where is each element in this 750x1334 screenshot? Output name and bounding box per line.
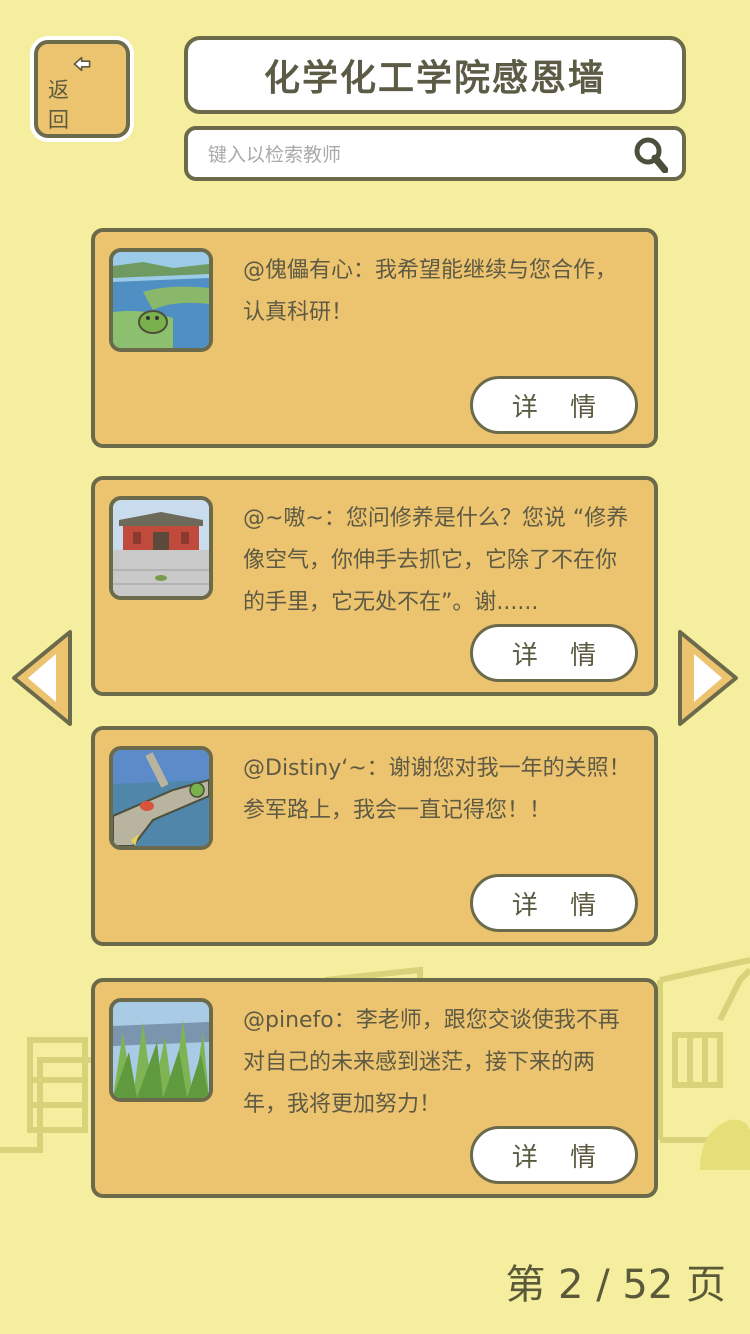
arrow-left-icon — [73, 56, 91, 72]
magnifier-icon[interactable] — [634, 137, 668, 173]
detail-button[interactable]: 详 情 — [470, 376, 638, 434]
prev-page-arrow-icon[interactable] — [10, 628, 74, 728]
detail-button[interactable]: 详 情 — [470, 624, 638, 682]
message-card: @傀儡有心：我希望能继续与您合作，认真科研！ 详 情 — [91, 228, 658, 448]
card-thumbnail-grass — [109, 998, 213, 1102]
card-thumbnail-branch — [109, 746, 213, 850]
card-message: @pinefo：李老师，跟您交谈使我不再对自己的未来感到迷茫，接下来的两年，我将… — [243, 1008, 620, 1117]
card-message: @傀儡有心：我希望能继续与您合作，认真科研！ — [243, 258, 618, 325]
message-card: @Distiny‘~：谢谢您对我一年的关照！参军路上，我会一直记得您！！ 详 情 — [91, 726, 658, 946]
search-input[interactable] — [206, 138, 620, 172]
detail-button[interactable]: 详 情 — [470, 874, 638, 932]
card-message: @~嗷~：您问修养是什么？您说 “修养像空气，你伸手去抓它，它除了不在你的手里，… — [243, 506, 629, 615]
detail-button[interactable]: 详 情 — [470, 1126, 638, 1184]
card-message: @Distiny‘~：谢谢您对我一年的关照！参军路上，我会一直记得您！！ — [243, 756, 631, 823]
card-thumbnail-coast — [109, 248, 213, 352]
message-card: @~嗷~：您问修养是什么？您说 “修养像空气，你伸手去抓它，它除了不在你的手里，… — [91, 476, 658, 696]
card-thumbnail-gate — [109, 496, 213, 600]
search-bar — [184, 126, 686, 181]
back-button[interactable]: 返 回 — [34, 40, 130, 138]
page-indicator: 第 2 / 52 页 — [505, 1262, 726, 1308]
next-page-arrow-icon[interactable] — [676, 628, 740, 728]
back-button-label: 返 回 — [48, 78, 79, 132]
message-card: @pinefo：李老师，跟您交谈使我不再对自己的未来感到迷茫，接下来的两年，我将… — [91, 978, 658, 1198]
page-title: 化学化工学院感恩墙 — [184, 36, 686, 114]
